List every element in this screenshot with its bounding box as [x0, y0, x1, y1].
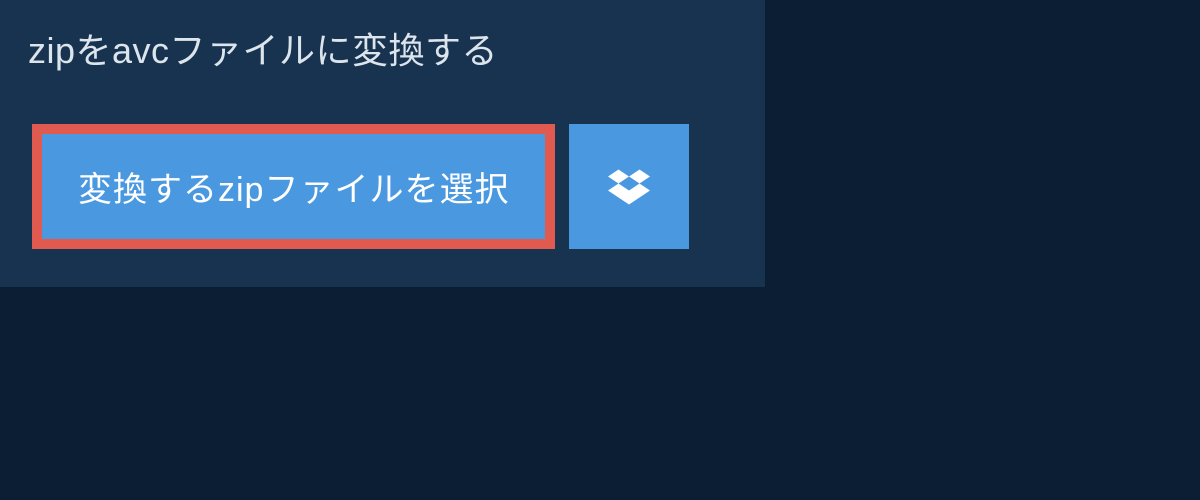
dropbox-button[interactable]: [569, 124, 689, 249]
converter-panel: zipをavcファイルに変換する 変換するzipファイルを選択: [0, 0, 765, 287]
button-row: 変換するzipファイルを選択: [0, 96, 765, 287]
heading-container: zipをavcファイルに変換する: [0, 0, 600, 96]
page-title: zipをavcファイルに変換する: [28, 22, 572, 74]
select-file-label: 変換するzipファイルを選択: [78, 162, 509, 211]
select-file-button[interactable]: 変換するzipファイルを選択: [32, 124, 555, 249]
dropbox-icon: [608, 166, 650, 208]
